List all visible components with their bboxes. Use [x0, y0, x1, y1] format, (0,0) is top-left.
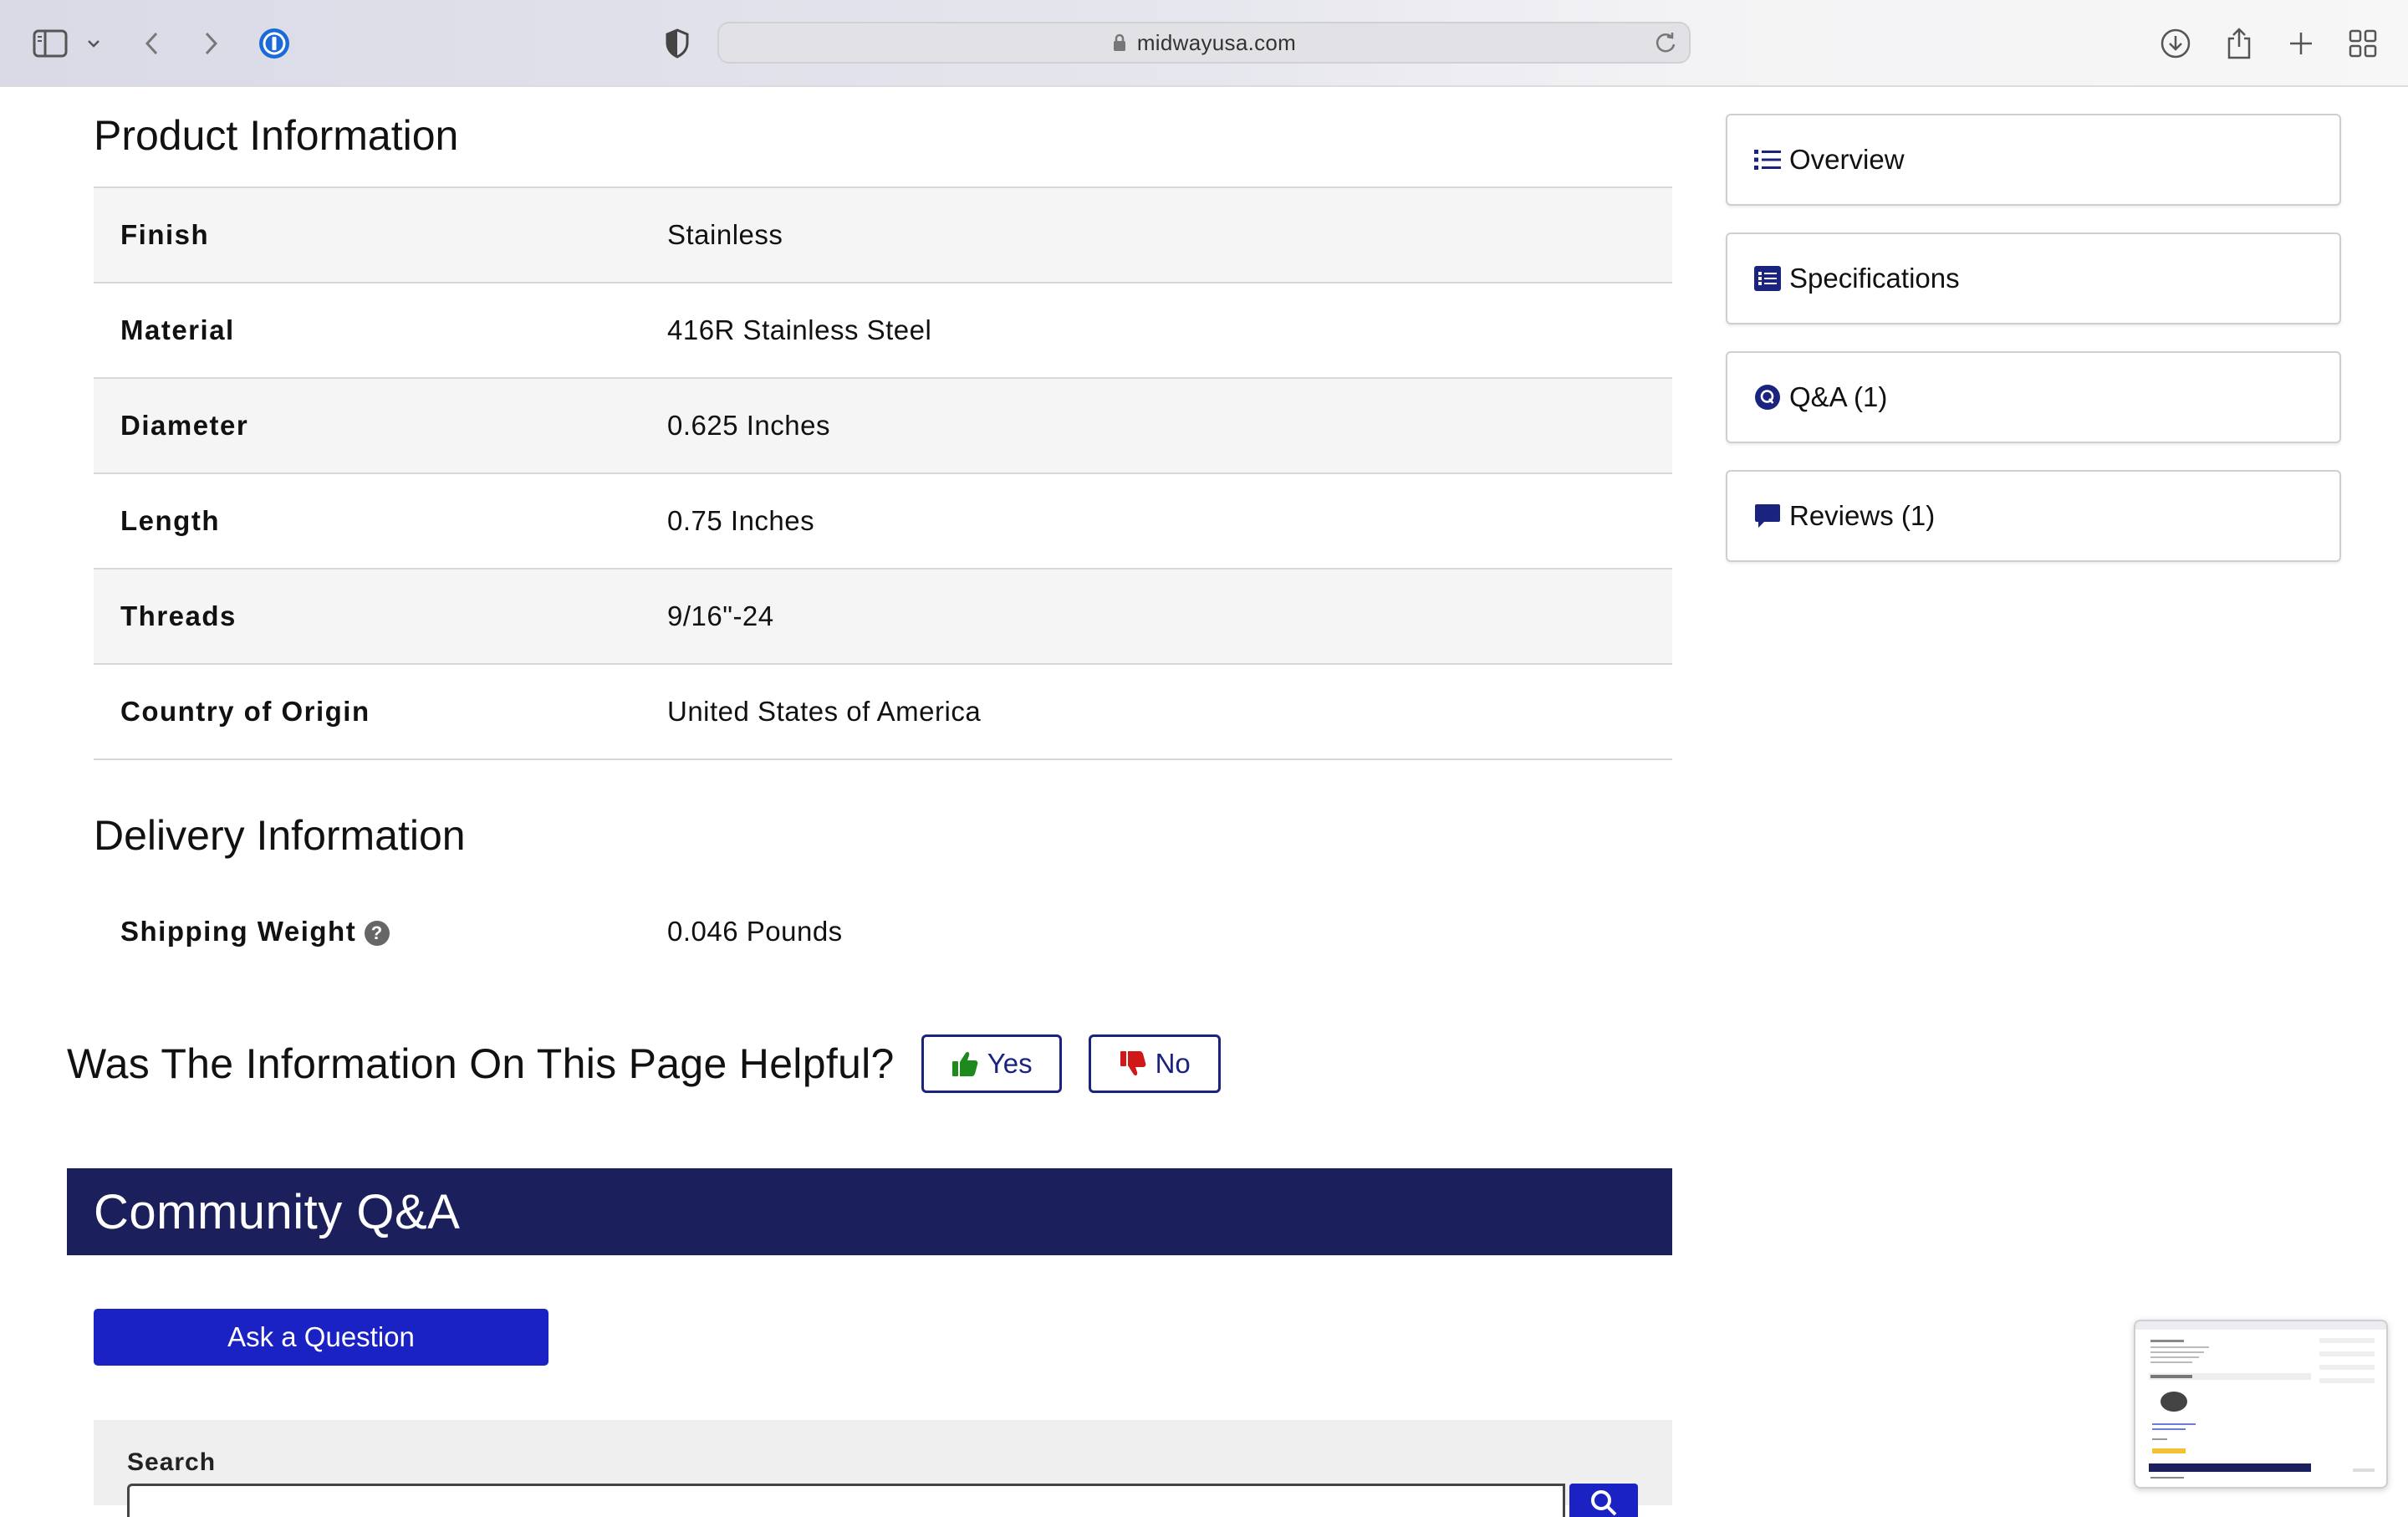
- privacy-shield-icon[interactable]: [659, 25, 696, 62]
- shipping-weight-value: 0.046 Pounds: [667, 916, 843, 947]
- thumbs-up-icon: [951, 1052, 978, 1076]
- search-button[interactable]: [1569, 1484, 1638, 1517]
- nav-specifications[interactable]: Specifications: [1726, 232, 2341, 324]
- helpful-question: Was The Information On This Page Helpful…: [67, 1040, 895, 1087]
- lock-icon: [1113, 33, 1125, 51]
- spec-value: 0.75 Inches: [667, 505, 815, 536]
- ask-question-button[interactable]: Ask a Question: [94, 1309, 548, 1366]
- table-row: Finish Stainless: [94, 188, 1672, 283]
- share-icon[interactable]: [2221, 25, 2258, 62]
- nav-reviews-label: Reviews (1): [1789, 500, 1936, 531]
- product-information-heading: Product Information: [94, 112, 459, 159]
- new-tab-icon[interactable]: [2283, 25, 2319, 62]
- nav-qa[interactable]: Q&A (1): [1726, 351, 2341, 443]
- nav-overview[interactable]: Overview: [1726, 114, 2341, 206]
- no-button[interactable]: No: [1088, 1034, 1221, 1093]
- forward-icon[interactable]: [192, 25, 229, 62]
- delivery-information-heading: Delivery Information: [94, 812, 466, 859]
- spec-value: United States of America: [667, 696, 982, 727]
- tab-overview-icon[interactable]: [2344, 25, 2381, 62]
- spec-label: Finish: [120, 219, 210, 250]
- nav-qa-label: Q&A (1): [1789, 381, 1888, 412]
- back-icon[interactable]: [134, 25, 171, 62]
- community-qa-banner: Community Q&A: [67, 1168, 1672, 1255]
- no-label: No: [1155, 1048, 1191, 1079]
- nav-specifications-label: Specifications: [1789, 263, 1960, 294]
- help-icon[interactable]: ?: [365, 921, 390, 947]
- thumbnail-image: [2135, 1321, 2386, 1479]
- shipping-weight-row: Shipping Weight? 0.046 Pounds: [94, 907, 1672, 957]
- browser-toolbar: midwayusa.com: [0, 0, 2408, 87]
- shipping-weight-label: Shipping Weight: [120, 916, 357, 947]
- spec-label: Diameter: [120, 410, 249, 441]
- search-label: Search: [127, 1448, 217, 1476]
- table-row: Material 416R Stainless Steel: [94, 283, 1672, 379]
- address-bar[interactable]: midwayusa.com: [717, 22, 1691, 64]
- reload-icon[interactable]: [1654, 30, 1677, 59]
- spec-label: Threads: [120, 600, 237, 631]
- comment-icon: [1754, 503, 1781, 529]
- qa-icon: [1754, 384, 1781, 411]
- yes-label: Yes: [987, 1048, 1033, 1079]
- spec-value: Stainless: [667, 219, 783, 250]
- yes-button[interactable]: Yes: [921, 1034, 1062, 1093]
- spec-value: 9/16"-24: [667, 600, 774, 631]
- qa-search-panel: Search: [94, 1420, 1672, 1517]
- spec-label: Country of Origin: [120, 696, 370, 727]
- spec-value: 0.625 Inches: [667, 410, 830, 441]
- page-thumbnail-preview[interactable]: [2134, 1320, 2388, 1489]
- nav-reviews[interactable]: Reviews (1): [1726, 470, 2341, 562]
- shipping-weight-label-cell: Shipping Weight?: [94, 916, 667, 947]
- password-manager-icon[interactable]: [256, 25, 293, 62]
- spec-label: Material: [120, 314, 235, 345]
- nav-overview-label: Overview: [1789, 144, 1905, 175]
- table-row: Country of Origin United States of Ameri…: [94, 665, 1672, 760]
- url-text: midwayusa.com: [1136, 29, 1297, 55]
- spec-list-icon: [1754, 265, 1781, 292]
- product-spec-table: Finish Stainless Material 416R Stainless…: [94, 186, 1672, 760]
- qa-search-input[interactable]: [127, 1484, 1565, 1517]
- table-row: Threads 9/16"-24: [94, 570, 1672, 665]
- list-icon: [1754, 146, 1781, 173]
- helpful-feedback: Was The Information On This Page Helpful…: [67, 1030, 1221, 1097]
- table-row: Length 0.75 Inches: [94, 474, 1672, 570]
- spec-label: Length: [120, 505, 220, 536]
- table-row: Diameter 0.625 Inches: [94, 379, 1672, 474]
- thumbs-down-icon: [1120, 1051, 1145, 1075]
- community-qa-heading: Community Q&A: [94, 1184, 461, 1239]
- sidebar-toggle-icon[interactable]: [32, 25, 69, 62]
- downloads-icon[interactable]: [2157, 25, 2194, 62]
- spec-value: 416R Stainless Steel: [667, 314, 932, 345]
- chevron-down-icon[interactable]: [77, 25, 110, 62]
- search-icon: [1591, 1490, 1617, 1516]
